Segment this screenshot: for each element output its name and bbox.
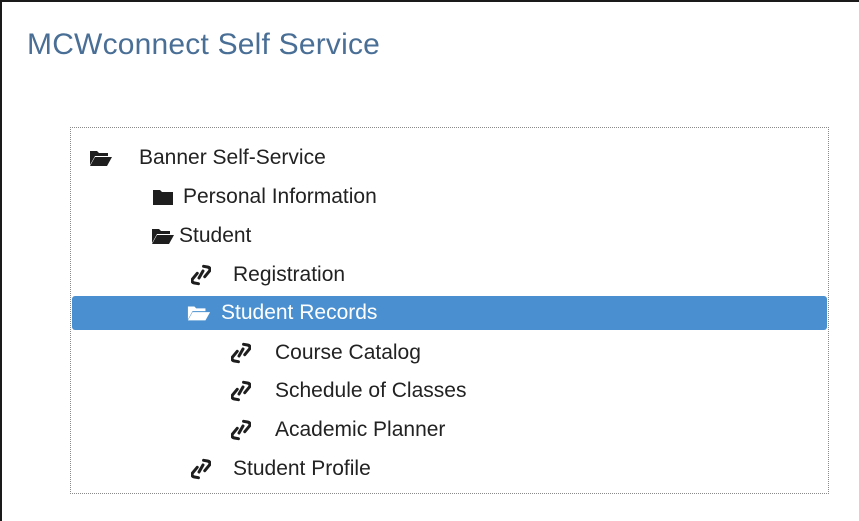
page-title: MCWconnect Self Service xyxy=(27,28,381,61)
link-icon xyxy=(229,418,253,442)
tree-item-label: Personal Information xyxy=(183,185,377,208)
tree-item-registration[interactable]: Registration xyxy=(189,258,345,292)
tree-item-academic-planner[interactable]: Academic Planner xyxy=(229,413,445,447)
tree-item-banner-self-service[interactable]: Banner Self-Service xyxy=(89,141,326,175)
tree-item-label: Student xyxy=(179,224,252,247)
tree-item-label: Registration xyxy=(233,263,346,286)
tree-item-course-catalog[interactable]: Course Catalog xyxy=(229,336,421,370)
app-window: MCWconnect Self Service Banner Self-Serv… xyxy=(0,0,859,521)
link-icon xyxy=(229,379,253,403)
folder-open-icon xyxy=(151,224,175,248)
folder-closed-icon xyxy=(151,185,175,209)
tree-item-label: Course Catalog xyxy=(275,341,421,364)
tree-item-student[interactable]: Student xyxy=(151,219,251,253)
tree-item-student-records[interactable]: Student Records xyxy=(72,296,827,330)
folder-open-icon xyxy=(187,301,211,325)
tree-item-label: Student Records xyxy=(221,301,378,324)
tree-item-schedule-of-classes[interactable]: Schedule of Classes xyxy=(229,374,466,408)
tree-item-label: Banner Self-Service xyxy=(139,146,326,169)
navigation-tree: Banner Self-Service Personal Information… xyxy=(70,127,829,494)
tree-item-student-profile[interactable]: Student Profile xyxy=(189,452,371,486)
folder-open-icon xyxy=(89,146,113,170)
tree-item-label: Schedule of Classes xyxy=(275,379,467,402)
link-icon xyxy=(229,341,253,365)
link-icon xyxy=(189,457,213,481)
tree-item-label: Student Profile xyxy=(233,457,371,480)
tree-item-personal-information[interactable]: Personal Information xyxy=(151,180,377,214)
link-icon xyxy=(189,263,213,287)
tree-item-label: Academic Planner xyxy=(275,418,446,441)
